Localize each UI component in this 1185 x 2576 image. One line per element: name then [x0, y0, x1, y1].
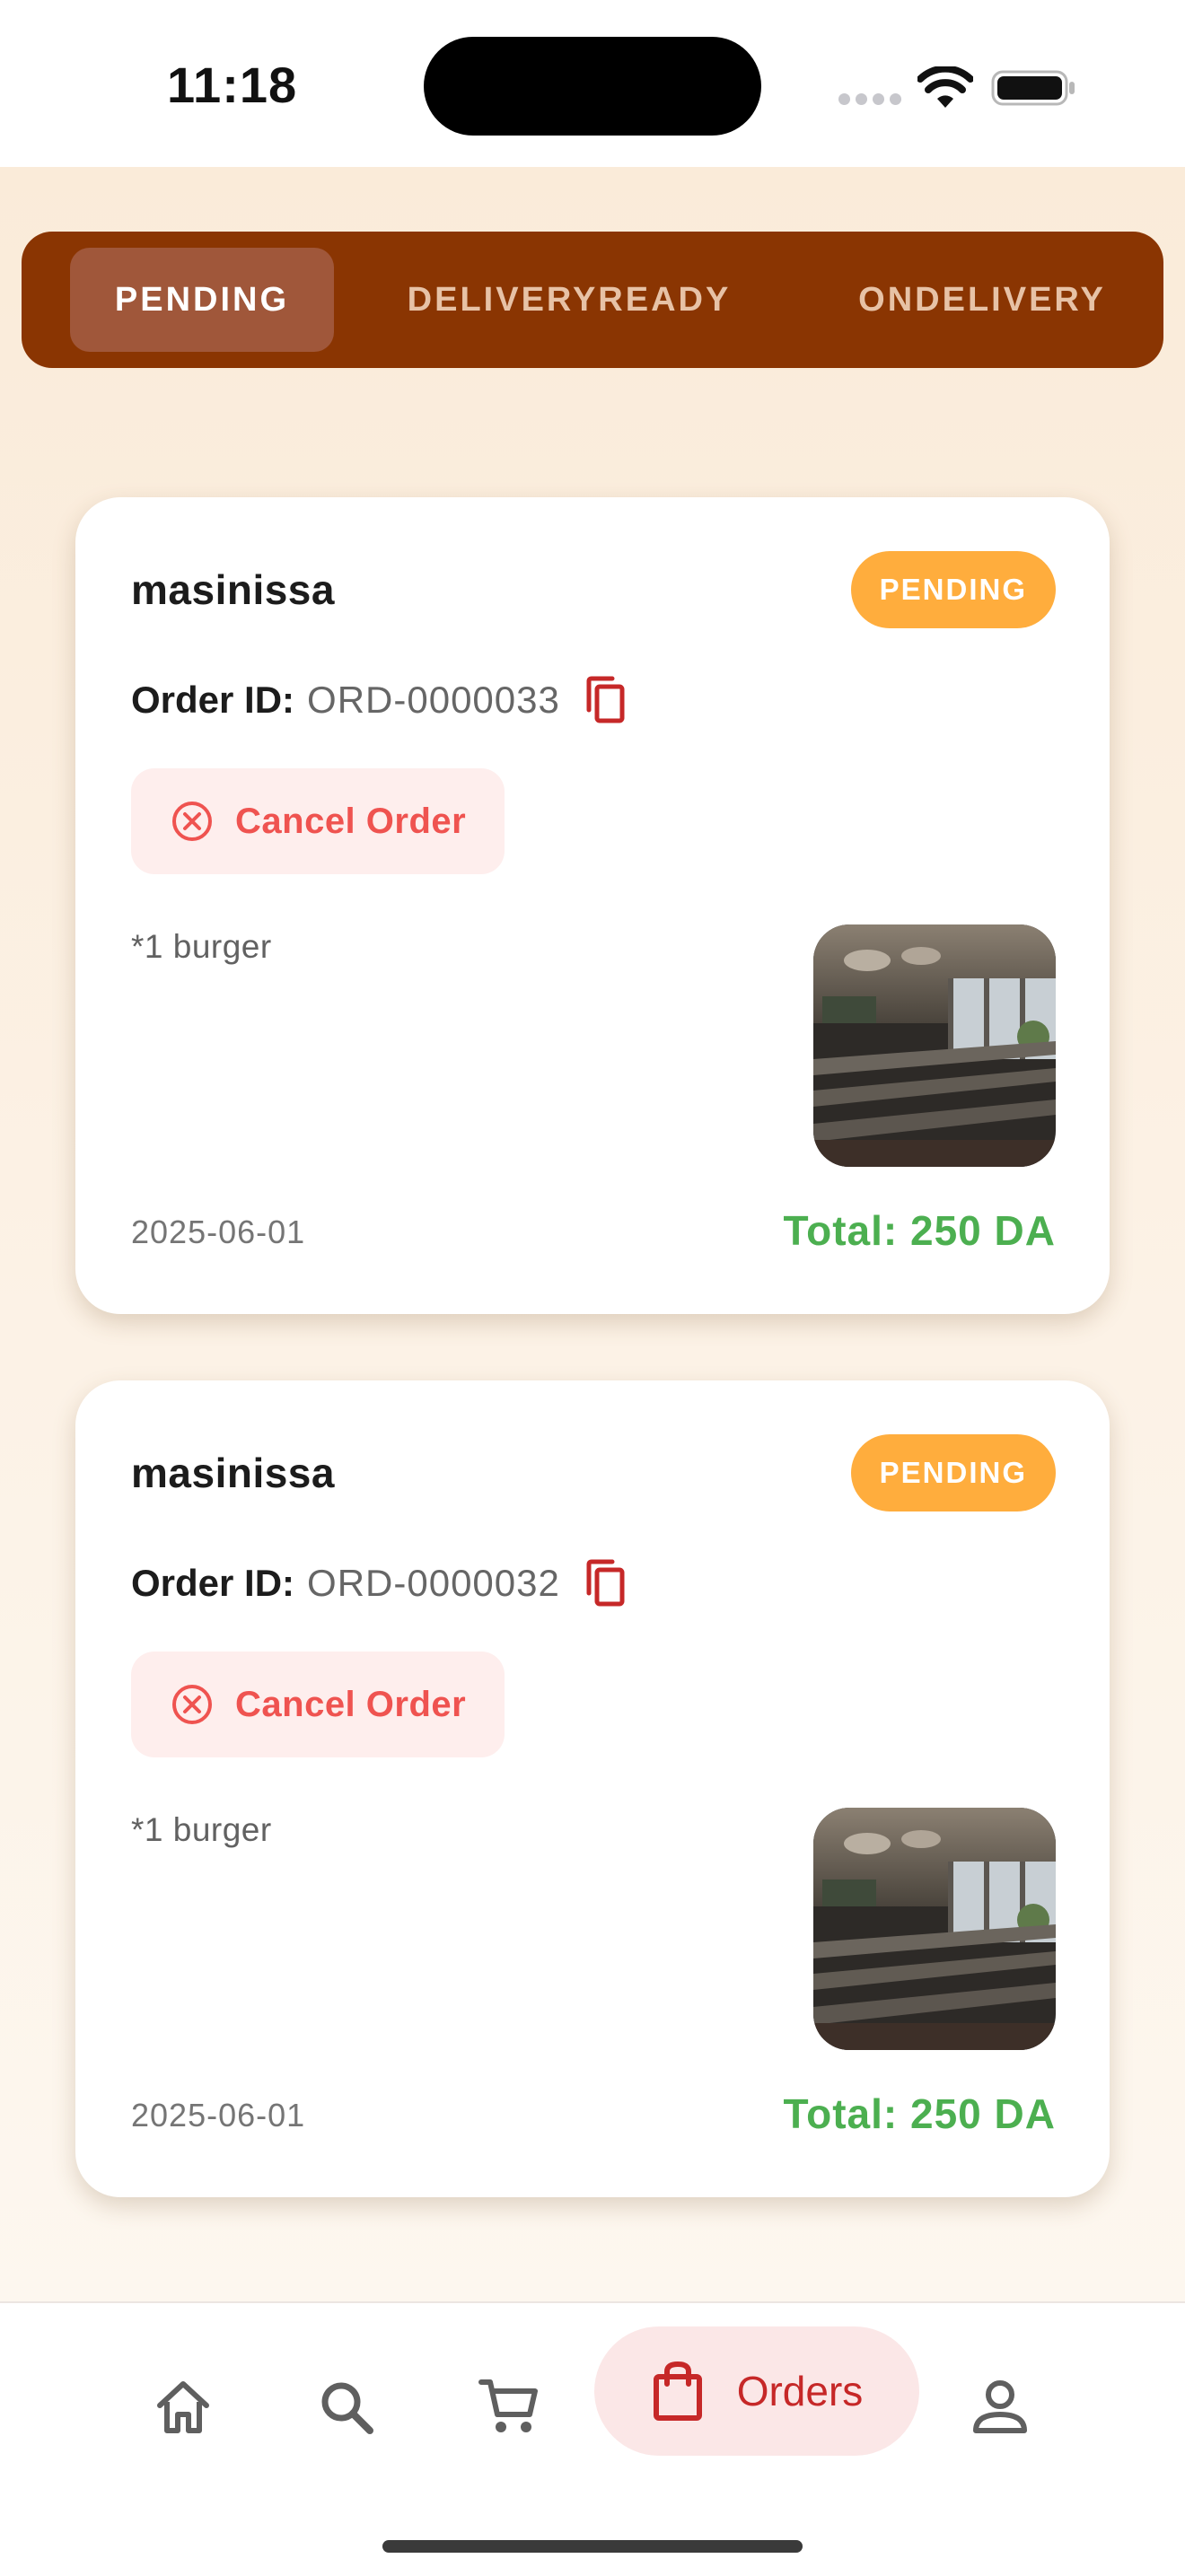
nav-home[interactable] [138, 2362, 228, 2452]
order-total: Total: 250 DA [783, 1207, 1056, 1254]
cart-icon [478, 2379, 538, 2432]
status-time: 11:18 [167, 57, 298, 113]
order-card[interactable]: masinissa PENDING Order ID: ORD-0000032 … [75, 1380, 1110, 2197]
cancel-order-button[interactable]: Cancel Order [131, 1652, 505, 1757]
home-icon [157, 2381, 209, 2433]
bottom-navigation: Orders [0, 2301, 1185, 2576]
copy-icon[interactable] [584, 1559, 627, 1608]
status-bar: 11:18 [0, 0, 1185, 167]
order-items: *1 burger [131, 928, 272, 965]
customer-name: masinissa [131, 566, 335, 613]
tab-ondelivery[interactable]: ONDELIVERY [830, 232, 1135, 368]
order-total: Total: 250 DA [783, 2090, 1056, 2137]
cellular-signal-icon [838, 93, 901, 106]
nav-orders-label: Orders [736, 2368, 864, 2414]
battery-icon [991, 70, 1075, 106]
status-badge: PENDING [850, 1434, 1056, 1511]
nav-cart[interactable] [465, 2362, 555, 2452]
cancel-circle-icon [172, 1685, 212, 1724]
order-id-row: Order ID: ORD-0000033 [131, 673, 627, 727]
order-id-label: Order ID: [131, 679, 295, 721]
order-id-label: Order ID: [131, 1562, 295, 1604]
order-id-value: ORD-0000033 [307, 679, 560, 721]
order-id-value: ORD-0000032 [307, 1562, 560, 1604]
cancel-order-button[interactable]: Cancel Order [131, 768, 505, 874]
copy-icon[interactable] [584, 676, 627, 724]
order-id-row: Order ID: ORD-0000032 [131, 1556, 627, 1610]
nav-orders[interactable]: Orders [594, 2326, 919, 2456]
customer-name: masinissa [131, 1450, 335, 1496]
nav-search[interactable] [302, 2362, 391, 2452]
orders-screen: PENDING DELIVERYREADY ONDELIVERY masinis… [0, 167, 1185, 2301]
cancel-order-label: Cancel Order [235, 1684, 467, 1724]
dynamic-island [424, 37, 761, 136]
wifi-icon [917, 66, 973, 108]
order-date: 2025-06-01 [131, 2097, 306, 2134]
restaurant-thumbnail [813, 924, 1056, 1167]
search-icon [321, 2382, 373, 2434]
person-icon [973, 2380, 1027, 2433]
order-items: *1 burger [131, 1811, 272, 1848]
home-indicator [382, 2540, 803, 2553]
status-badge: PENDING [850, 551, 1056, 628]
order-card[interactable]: masinissa PENDING Order ID: ORD-0000033 … [75, 497, 1110, 1314]
shopping-bag-icon [653, 2361, 702, 2421]
cancel-circle-icon [172, 802, 212, 841]
nav-profile[interactable] [955, 2362, 1045, 2452]
tab-pending[interactable]: PENDING [70, 232, 334, 368]
order-status-tabs: PENDING DELIVERYREADY ONDELIVERY [22, 232, 1163, 368]
cancel-order-label: Cancel Order [235, 801, 467, 841]
order-date: 2025-06-01 [131, 1214, 306, 1250]
restaurant-thumbnail [813, 1808, 1056, 2050]
tab-deliveryready[interactable]: DELIVERYREADY [381, 232, 758, 368]
